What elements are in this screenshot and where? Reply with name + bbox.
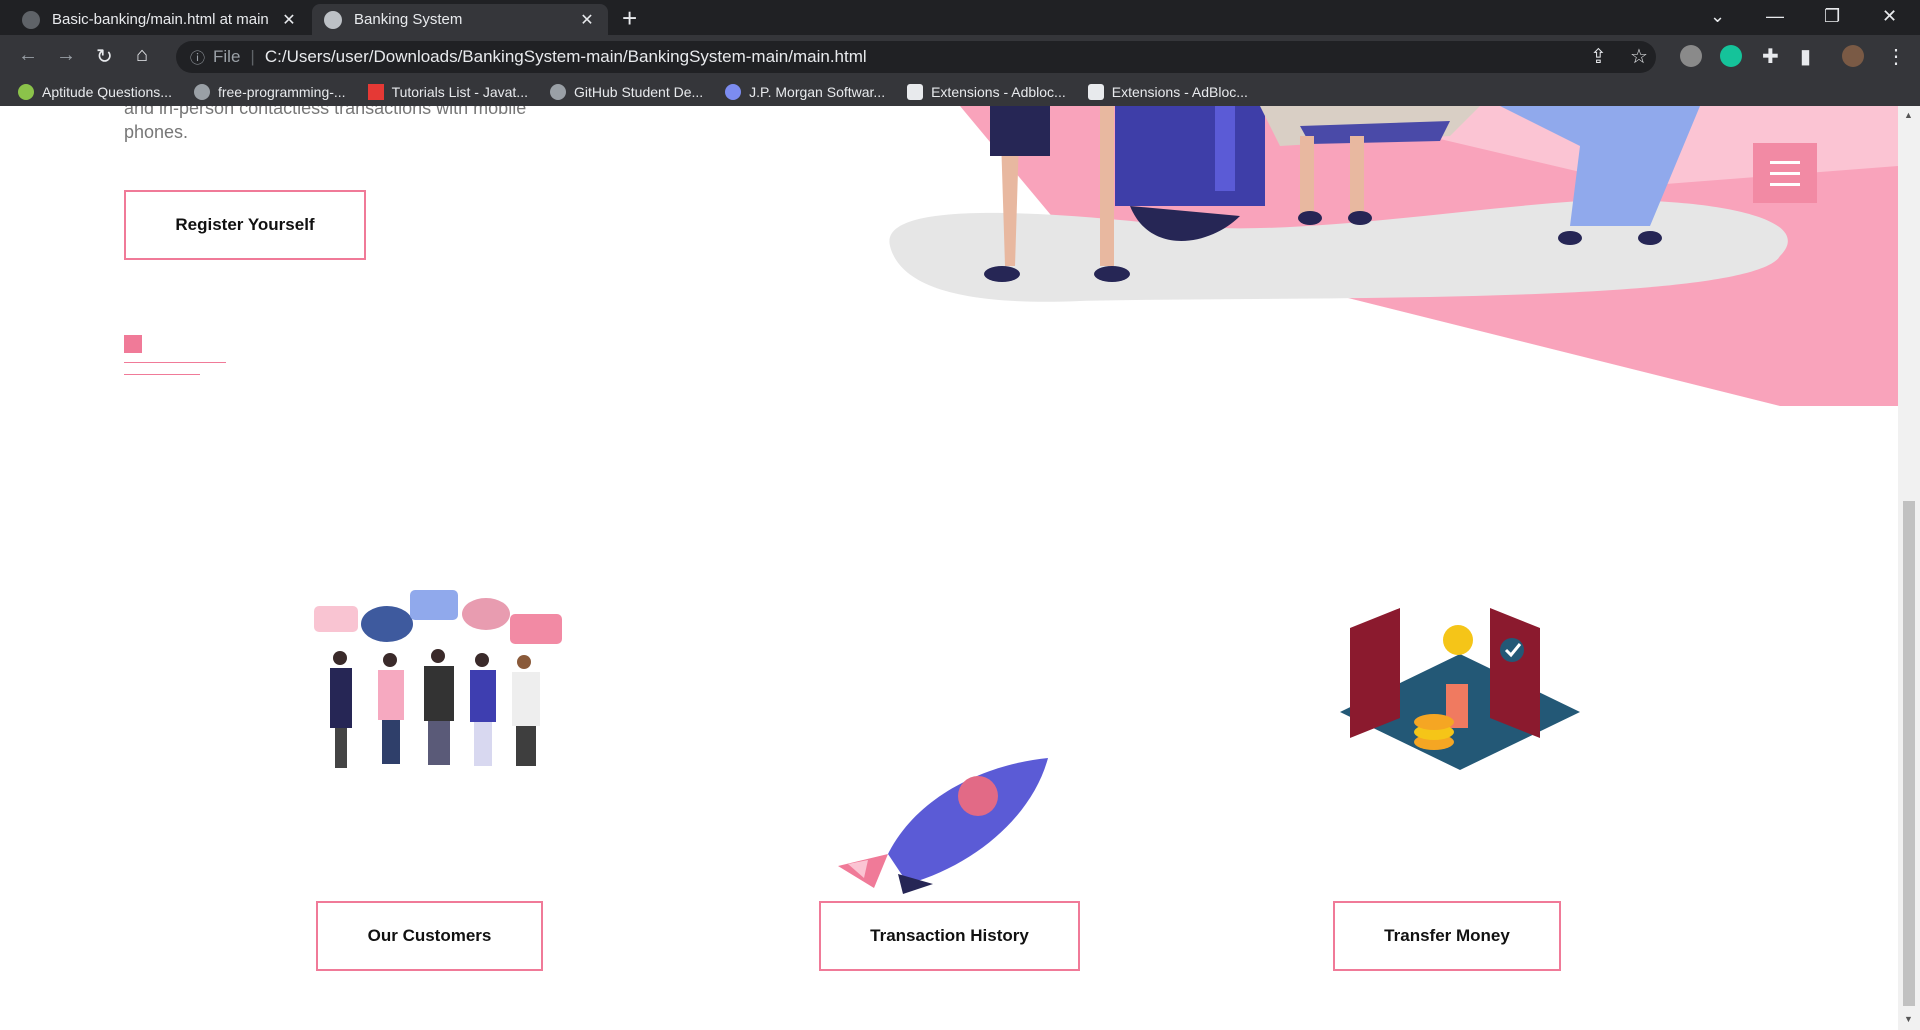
leaf-icon	[18, 84, 34, 100]
transfer-money-illustration	[1340, 608, 1580, 770]
close-tab-icon[interactable]: ✕	[280, 10, 298, 30]
github-icon	[22, 10, 40, 29]
menu-line	[1770, 160, 1800, 164]
menu-line	[1770, 182, 1800, 186]
site-info-icon[interactable]: ⓘ	[190, 47, 205, 68]
register-button[interactable]: Register Yourself	[124, 190, 366, 260]
page-content: and in-person contactless transactions w…	[0, 106, 1898, 1030]
home-icon[interactable]: ⌂	[136, 44, 148, 67]
hero-intro-text: and in-person contactless transactions w…	[124, 106, 527, 142]
bookmark-star-icon[interactable]: ☆	[1630, 44, 1648, 69]
decorative-square	[124, 335, 142, 353]
share-icon[interactable]: ⇪	[1590, 44, 1607, 69]
back-icon[interactable]: ←	[18, 44, 38, 67]
bookmark-label: GitHub Student De...	[573, 84, 704, 100]
javatpoint-icon	[367, 84, 384, 100]
hero-illustration	[889, 106, 1898, 406]
transaction-history-button[interactable]: Transaction History	[819, 901, 1080, 971]
bookmark-label: Extensions - AdBloc...	[1111, 84, 1248, 100]
minimize-icon[interactable]: —	[1766, 6, 1784, 27]
scroll-up-arrow-icon[interactable]: ▲	[1904, 110, 1913, 120]
tab-strip: Basic-banking/main.html at main ✕ Bankin…	[0, 0, 1920, 35]
transfer-money-button[interactable]: Transfer Money	[1333, 901, 1561, 971]
bookmark-label: free-programming-...	[217, 84, 346, 100]
menu-line	[1770, 171, 1800, 175]
extensions-puzzle-icon[interactable]: ✚	[1762, 44, 1779, 69]
side-panel-icon[interactable]: ▮	[1800, 44, 1811, 69]
customers-illustration	[314, 590, 562, 768]
browser-toolbar: ← → ↻ ⌂ ⓘ File | C:/Users/user/Downloads…	[0, 35, 1920, 78]
tab-github[interactable]: Basic-banking/main.html at main ✕	[10, 4, 310, 35]
diamond-icon	[725, 84, 742, 100]
reload-icon[interactable]: ↻	[96, 44, 113, 69]
scroll-down-arrow-icon[interactable]: ▼	[1904, 1014, 1913, 1024]
github-icon	[193, 84, 210, 100]
forward-icon[interactable]: →	[56, 44, 76, 67]
bookmark-item[interactable]: Extensions - Adbloc...	[907, 84, 1066, 100]
restore-icon[interactable]: ❐	[1824, 6, 1840, 27]
bookmark-item[interactable]: free-programming-...	[193, 84, 346, 100]
tab-banking-system[interactable]: Banking System ✕	[312, 4, 608, 35]
close-tab-icon[interactable]: ✕	[578, 10, 596, 30]
url-scheme: File	[213, 47, 241, 66]
bookmark-label: Aptitude Questions...	[42, 84, 172, 100]
bookmark-label: J.P. Morgan Softwar...	[749, 84, 886, 100]
extension-glasses-icon[interactable]	[1680, 45, 1702, 67]
page-scrollbar[interactable]: ▲ ▼	[1898, 106, 1920, 1030]
rocket-illustration	[838, 758, 1048, 894]
our-customers-button[interactable]: Our Customers	[316, 901, 543, 971]
globe-icon	[324, 10, 342, 29]
bookmark-label: Tutorials List - Javat...	[391, 84, 528, 100]
bookmarks-bar: Aptitude Questions... free-programming-.…	[0, 78, 1920, 106]
bookmark-item[interactable]: J.P. Morgan Softwar...	[725, 84, 885, 100]
avatar[interactable]	[1842, 45, 1864, 67]
bookmark-item[interactable]: GitHub Student De...	[549, 84, 704, 100]
close-window-icon[interactable]: ✕	[1882, 6, 1897, 27]
bookmark-item[interactable]: Tutorials List - Javat...	[367, 84, 528, 100]
tab-title: Basic-banking/main.html at main	[52, 11, 269, 28]
url-divider: |	[250, 47, 255, 66]
scrollbar-thumb[interactable]	[1903, 501, 1915, 1006]
grammarly-icon[interactable]	[1720, 45, 1742, 67]
decorative-line	[124, 374, 200, 375]
puzzle-icon	[1087, 84, 1104, 100]
address-bar[interactable]: ⓘ File | C:/Users/user/Downloads/Banking…	[176, 41, 1656, 73]
bookmark-label: Extensions - Adbloc...	[931, 84, 1066, 100]
bookmark-item[interactable]: Aptitude Questions...	[18, 84, 172, 100]
kebab-menu-icon[interactable]: ⋮	[1886, 44, 1906, 69]
bookmark-item[interactable]: Extensions - AdBloc...	[1087, 84, 1248, 100]
hamburger-menu-button[interactable]	[1753, 143, 1817, 203]
new-tab-icon[interactable]: +	[622, 5, 637, 31]
puzzle-icon	[907, 84, 924, 100]
tab-search-icon[interactable]: ⌄	[1710, 6, 1725, 27]
tab-title: Banking System	[354, 11, 463, 28]
url-text: C:/Users/user/Downloads/BankingSystem-ma…	[264, 47, 867, 66]
github-icon	[549, 84, 566, 100]
decorative-line	[124, 362, 226, 363]
